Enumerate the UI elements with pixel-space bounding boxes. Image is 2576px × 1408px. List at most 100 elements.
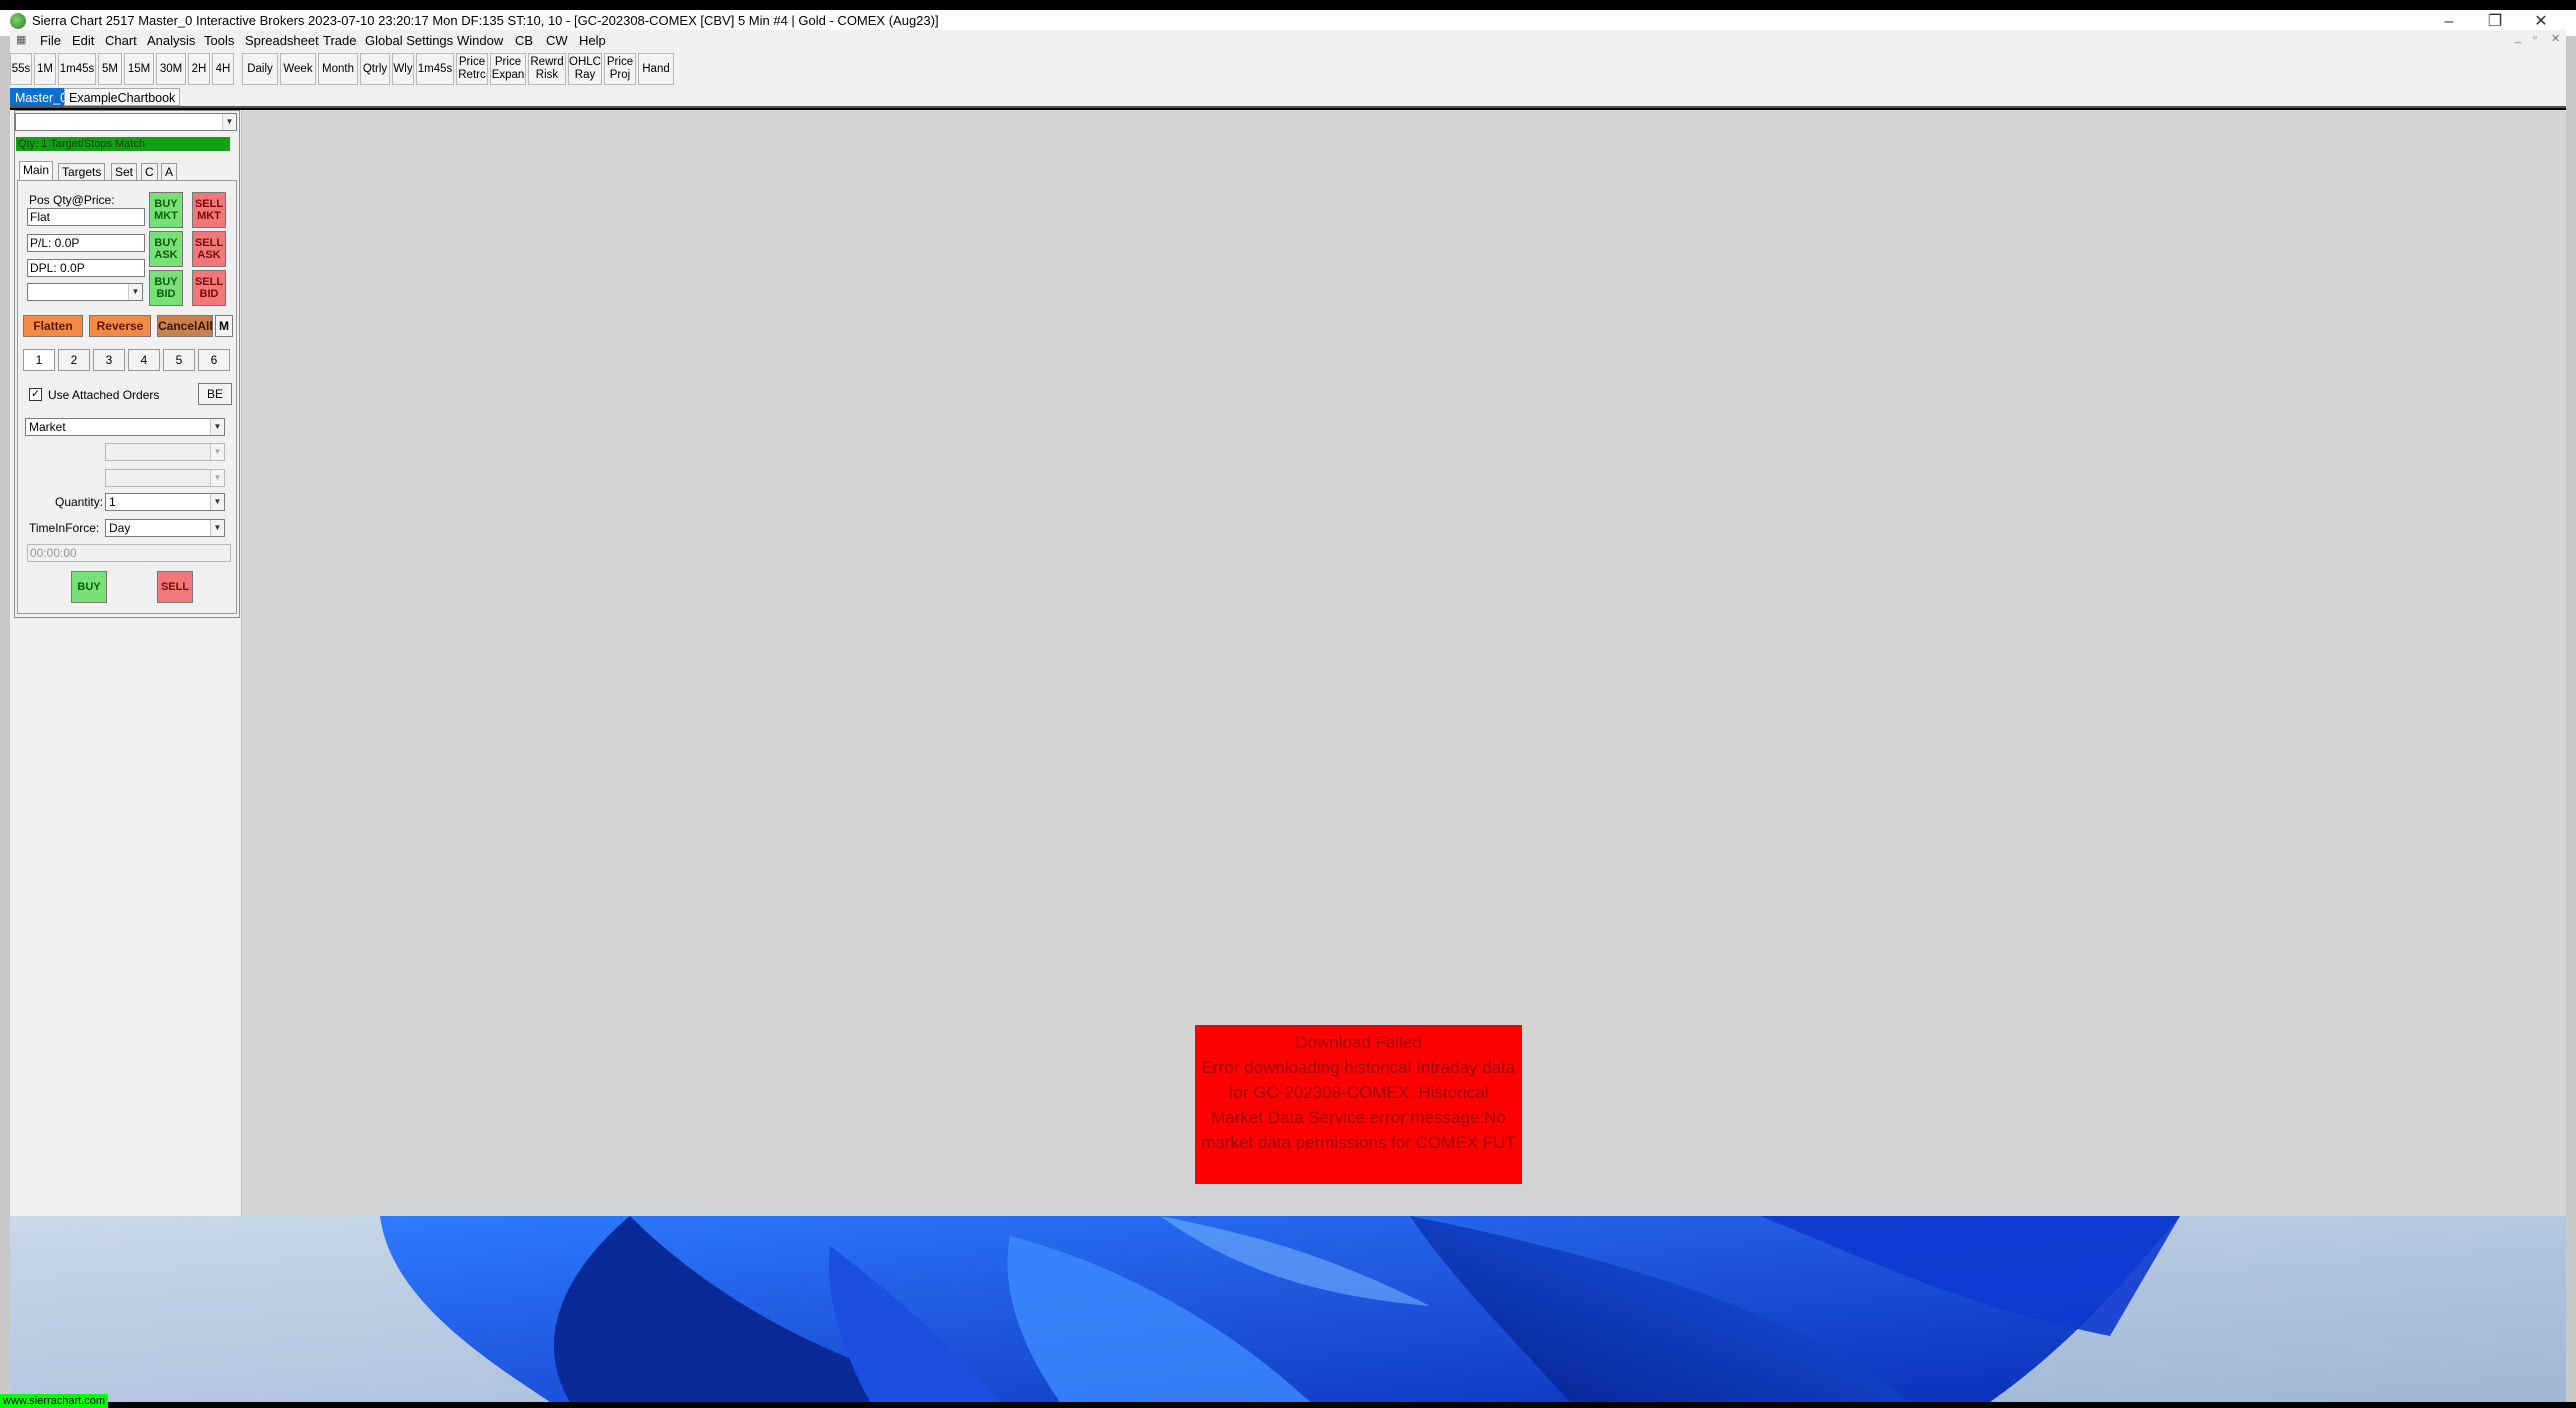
attached-order-tab-2[interactable]: 2 (58, 349, 90, 371)
buy-market-button[interactable]: BUY MKT (149, 192, 183, 228)
timeframe-5m-button[interactable]: 5M (98, 53, 122, 85)
order-type-value: Market (29, 420, 66, 434)
error-message: Error downloading historical Intraday da… (1201, 1058, 1516, 1152)
flatten-button[interactable]: Flatten (23, 315, 83, 337)
chartbook-tab-bar: Master_0 ExampleChartbook (10, 86, 2566, 108)
chevron-down-icon[interactable]: ▼ (128, 284, 142, 300)
ohlc-ray-tool-button[interactable]: OHLC Ray (568, 53, 602, 85)
buy-bid-button[interactable]: BUY BID (149, 270, 183, 306)
price-expansion-tool-button[interactable]: Price Expan (490, 53, 526, 85)
error-title: Download Failed (1295, 1033, 1422, 1052)
timeframe-daily-button[interactable]: Daily (242, 53, 278, 85)
attached-order-tab-1[interactable]: 1 (23, 349, 55, 371)
timeframe-1m45s-alt-button[interactable]: 1m45s (416, 53, 454, 85)
menu-global-settings[interactable]: Global Settings (365, 33, 453, 48)
timeframe-wly-button[interactable]: Wly (392, 53, 414, 85)
chevron-down-icon[interactable]: ▼ (222, 114, 236, 130)
symbol-combo[interactable]: ▼ (15, 113, 237, 131)
sell-ask-button[interactable]: SELL ASK (192, 231, 226, 267)
timeframe-1m-button[interactable]: 1M (34, 53, 56, 85)
attached-order-tab-3[interactable]: 3 (93, 349, 125, 371)
price-retracement-tool-button[interactable]: Price Retrc (456, 53, 488, 85)
price2-field: ▼ (105, 469, 225, 487)
timeframe-week-button[interactable]: Week (280, 53, 316, 85)
chevron-down-icon: ▼ (210, 470, 224, 486)
toolbar-separator (236, 53, 240, 85)
time-in-force-value: Day (109, 521, 131, 535)
timeframe-month-button[interactable]: Month (318, 53, 358, 85)
tab-a[interactable]: A (161, 163, 178, 181)
price-projection-tool-button[interactable]: Price Proj (604, 53, 636, 85)
use-attached-orders-checkbox[interactable]: ✓ (29, 388, 42, 401)
tab-c[interactable]: C (141, 163, 158, 181)
reward-risk-tool-button[interactable]: Rewrd Risk (528, 53, 566, 85)
order-type-select[interactable]: Market ▼ (25, 418, 225, 436)
timeframe-30m-button[interactable]: 30M (156, 53, 186, 85)
timeframe-4h-button[interactable]: 4H (212, 53, 234, 85)
menu-analysis[interactable]: Analysis (147, 33, 195, 48)
breakeven-button[interactable]: BE (198, 383, 232, 405)
menu-cw[interactable]: CW (546, 33, 568, 48)
window-left-border (0, 36, 10, 1402)
use-attached-orders-label: Use Attached Orders (48, 388, 160, 402)
tab-set[interactable]: Set (111, 163, 138, 181)
menu-help[interactable]: Help (579, 33, 606, 48)
profit-loss-field: P/L: 0.0P (27, 234, 145, 252)
window-right-border (2566, 36, 2576, 1402)
menu-spreadsheet[interactable]: Spreadsheet (245, 33, 319, 48)
position-label: Pos Qty@Price: (29, 193, 115, 207)
timeframe-1m45s-button[interactable]: 1m45s (58, 53, 96, 85)
desktop-wallpaper (10, 1216, 2566, 1402)
tab-example-chartbook[interactable]: ExampleChartbook (64, 88, 181, 106)
buy-button[interactable]: BUY (71, 571, 107, 603)
trade-window: ▼ Qty: 1 Target/Stops Match Main Targets… (14, 110, 240, 618)
chevron-down-icon: ▼ (210, 444, 224, 460)
menu-window[interactable]: Window (457, 33, 503, 48)
quantity-value: 1 (109, 495, 116, 509)
chevron-down-icon[interactable]: ▼ (210, 494, 224, 510)
mdi-minimize-button[interactable]: _ (2515, 32, 2521, 44)
price1-field: ▼ (105, 443, 225, 461)
m-button[interactable]: M (215, 315, 233, 337)
reverse-button[interactable]: Reverse (89, 315, 151, 337)
hand-tool-button[interactable]: Hand (638, 53, 674, 85)
tab-master-0[interactable]: Master_0 (10, 88, 73, 106)
mdi-close-button[interactable]: ✕ (2551, 32, 2560, 45)
sell-button[interactable]: SELL (157, 571, 193, 603)
target-stop-match-status: Qty: 1 Target/Stops Match (16, 137, 230, 151)
account-combo[interactable]: ▼ (27, 283, 143, 301)
tab-targets[interactable]: Targets (58, 163, 106, 181)
control-bar: 55s 1M 1m45s 5M 15M 30M 2H 4H Daily Week… (10, 52, 2566, 86)
sell-market-button[interactable]: SELL MKT (192, 192, 226, 228)
timeframe-2h-button[interactable]: 2H (188, 53, 210, 85)
time-in-force-select[interactable]: Day ▼ (105, 519, 225, 537)
buy-ask-button[interactable]: BUY ASK (149, 231, 183, 267)
menu-file[interactable]: File (40, 33, 61, 48)
window-title: Sierra Chart 2517 Master_0 Interactive B… (32, 13, 939, 28)
menu-trade[interactable]: Trade (323, 33, 356, 48)
menu-edit[interactable]: Edit (72, 33, 94, 48)
menu-chart[interactable]: Chart (105, 33, 137, 48)
attached-order-tab-6[interactable]: 6 (198, 349, 230, 371)
quantity-field[interactable]: 1 ▼ (105, 493, 225, 511)
mdi-restore-button[interactable]: ▫ (2533, 32, 2537, 44)
chevron-down-icon[interactable]: ▼ (210, 419, 224, 435)
chevron-down-icon[interactable]: ▼ (210, 520, 224, 536)
timeframe-15m-button[interactable]: 15M (124, 53, 154, 85)
time-in-force-label: TimeInForce: (29, 521, 100, 535)
sell-bid-button[interactable]: SELL BID (192, 270, 226, 306)
tab-main[interactable]: Main (19, 161, 54, 181)
attached-order-tab-5[interactable]: 5 (163, 349, 195, 371)
timeframe-qtrly-button[interactable]: Qtrly (360, 53, 390, 85)
attached-order-tab-4[interactable]: 4 (128, 349, 160, 371)
sierrachart-link[interactable]: www.sierrachart.com (0, 1394, 109, 1408)
bloom-wallpaper-image (10, 1216, 2566, 1402)
position-field: Flat (27, 208, 145, 226)
menu-tools[interactable]: Tools (204, 33, 234, 48)
cancel-all-button[interactable]: CancelAll (157, 315, 213, 337)
quantity-label: Quantity: (55, 495, 104, 509)
menu-bar: ▦ File Edit Chart Analysis Tools Spreads… (10, 30, 2566, 52)
menu-cb[interactable]: CB (515, 33, 533, 48)
timeframe-55s-button[interactable]: 55s (10, 53, 32, 85)
chart-window-icon[interactable]: ▦ (16, 34, 28, 46)
